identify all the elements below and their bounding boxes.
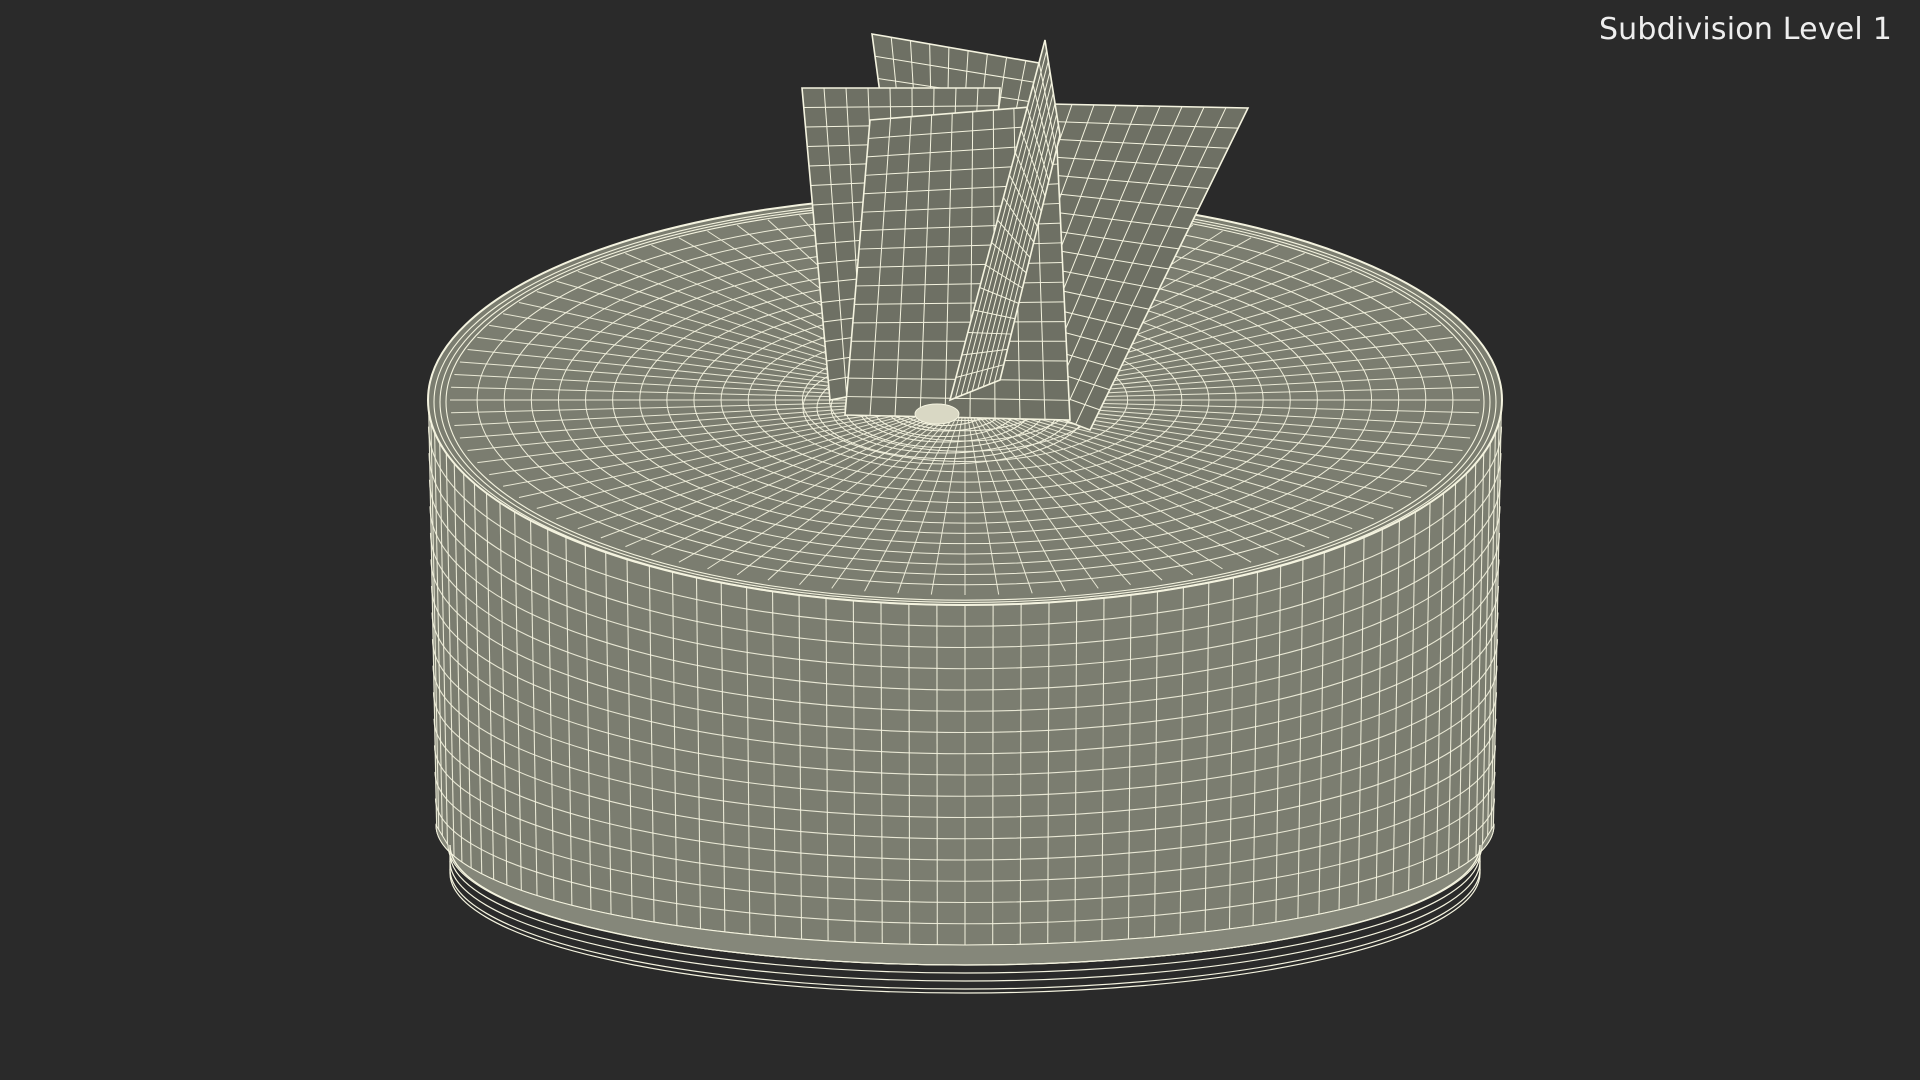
3d-viewport[interactable]: Subdivision Level 1 bbox=[0, 0, 1920, 1080]
subdivision-level-label: Subdivision Level 1 bbox=[1598, 12, 1892, 47]
wireframe-model bbox=[427, 33, 1503, 994]
